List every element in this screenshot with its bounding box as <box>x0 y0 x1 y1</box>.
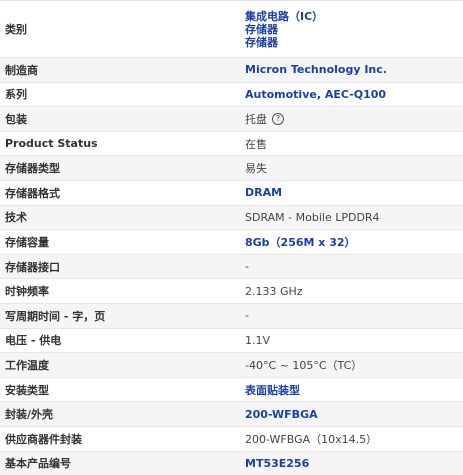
write-cycle-time-value: - <box>245 309 249 323</box>
packaging-value: 托盘 <box>245 112 267 126</box>
package-case-link[interactable]: 200-WFBGA <box>241 402 463 426</box>
clock-frequency-value: 2.133 GHz <box>245 284 303 298</box>
spec-label: 制造商 <box>5 63 38 77</box>
spec-label: 存储容量 <box>5 235 49 249</box>
operating-temperature-value: -40°C ~ 105°C（TC） <box>245 358 363 372</box>
memory-size-link[interactable]: 8Gb（256M x 32） <box>241 230 463 254</box>
spec-row-memory-type: 存储器类型 易失 <box>0 156 463 181</box>
spec-row-category: 类别 集成电路（IC） 存储器 存储器 <box>0 1 463 58</box>
memory-interface-value: - <box>245 260 249 274</box>
memory-type-value: 易失 <box>245 162 267 176</box>
technology-value: SDRAM - Mobile LPDDR4 <box>245 210 380 224</box>
manufacturer-link[interactable]: Micron Technology Inc. <box>241 58 463 82</box>
spec-row-memory-format: 存储器格式 DRAM <box>0 181 463 206</box>
voltage-supply-value: 1.1V <box>245 333 271 347</box>
spec-label: 类别 <box>5 23 27 36</box>
base-product-number-link[interactable]: MT53E256 <box>241 452 463 475</box>
spec-label: 供应商器件封装 <box>5 432 82 446</box>
spec-label: 安装类型 <box>5 383 49 397</box>
spec-row-supplier-device-package: 供应商器件封装 200-WFBGA（10x14.5） <box>0 427 463 452</box>
category-link-memory-sub[interactable]: 存储器 <box>245 36 323 49</box>
spec-label: 工作温度 <box>5 358 49 372</box>
spec-row-memory-size: 存储容量 8Gb（256M x 32） <box>0 230 463 255</box>
spec-row-package-case: 封装/外壳 200-WFBGA <box>0 402 463 427</box>
spec-label: 时钟频率 <box>5 285 49 299</box>
help-icon[interactable]: ? <box>272 112 284 125</box>
spec-row-technology: 技术 SDRAM - Mobile LPDDR4 <box>0 205 463 231</box>
spec-row-write-cycle-time: 写周期时间 - 字，页 - <box>0 303 463 329</box>
category-link-ic[interactable]: 集成电路（IC） <box>245 10 323 23</box>
memory-format-link[interactable]: DRAM <box>241 181 463 205</box>
spec-row-manufacturer: 制造商 Micron Technology Inc. <box>0 58 463 83</box>
spec-row-memory-interface: 存储器接口 - <box>0 254 463 280</box>
spec-label: 存储器格式 <box>5 186 60 200</box>
category-links: 集成电路（IC） 存储器 存储器 <box>245 10 323 49</box>
spec-row-clock-frequency: 时钟频率 2.133 GHz <box>0 279 463 304</box>
spec-label: 技术 <box>5 211 27 225</box>
spec-row-base-product-number: 基本产品编号 MT53E256 <box>0 451 463 475</box>
product-spec-table: 类别 集成电路（IC） 存储器 存储器 制造商 Micron Technolog… <box>0 0 463 475</box>
spec-label: 封装/外壳 <box>5 408 54 422</box>
spec-row-product-status: Product Status 在售 <box>0 132 463 157</box>
series-link[interactable]: Automotive, AEC-Q100 <box>241 83 463 107</box>
category-link-memory[interactable]: 存储器 <box>245 23 323 36</box>
spec-label: 写周期时间 - 字，页 <box>5 309 106 323</box>
spec-label: 存储器接口 <box>5 260 60 274</box>
spec-label: 基本产品编号 <box>5 457 71 471</box>
spec-row-series: 系列 Automotive, AEC-Q100 <box>0 83 463 108</box>
product-status-value: 在售 <box>245 137 267 151</box>
spec-row-packaging: 包装 托盘 ? <box>0 107 463 132</box>
spec-label: 包装 <box>5 112 27 126</box>
mounting-type-link[interactable]: 表面贴装型 <box>241 378 463 402</box>
spec-row-voltage-supply: 电压 - 供电 1.1V <box>0 329 463 354</box>
spec-row-mounting-type: 安装类型 表面贴装型 <box>0 378 463 403</box>
spec-row-operating-temperature: 工作温度 -40°C ~ 105°C（TC） <box>0 353 463 378</box>
supplier-device-package-value: 200-WFBGA（10x14.5） <box>245 432 378 446</box>
spec-label: Product Status <box>5 137 98 151</box>
spec-label: 存储器类型 <box>5 162 60 176</box>
spec-label: 电压 - 供电 <box>5 334 62 348</box>
spec-label: 系列 <box>5 88 27 102</box>
